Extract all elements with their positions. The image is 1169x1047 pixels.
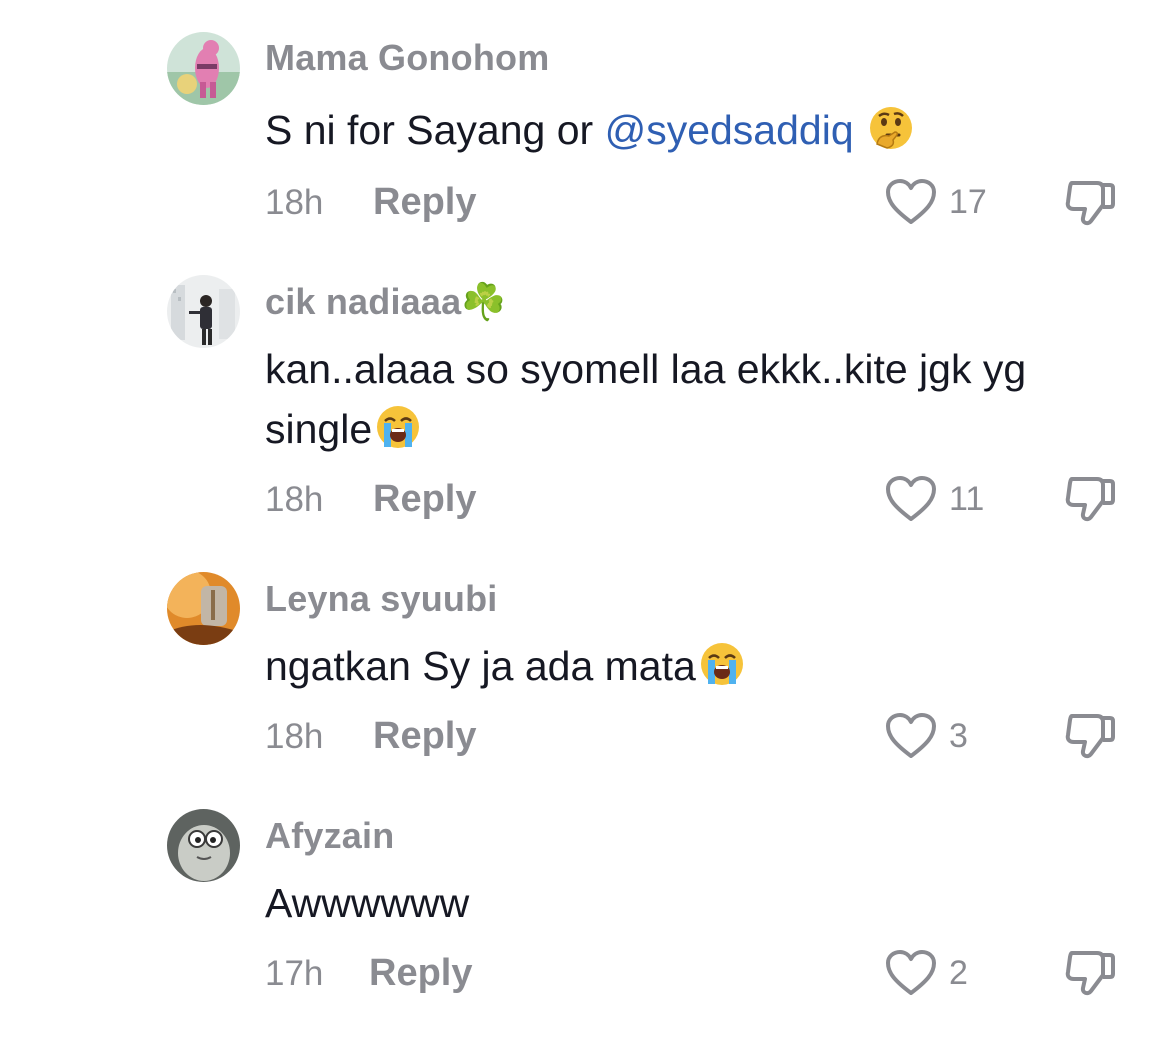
heart-icon	[886, 950, 936, 995]
dislike-button[interactable]	[1063, 947, 1119, 999]
username[interactable]: Mama Gonohom	[265, 37, 549, 79]
like-count: 17	[949, 182, 987, 221]
avatar-image	[167, 32, 240, 105]
reply-button[interactable]: Reply	[373, 181, 476, 224]
heart-icon	[886, 713, 936, 758]
thumbs-down-icon	[1065, 951, 1115, 996]
thumbs-down-icon	[1065, 714, 1115, 759]
thumbs-down-icon	[1065, 477, 1115, 522]
comment-text-main: Awwwwww	[265, 880, 470, 926]
like-count: 11	[949, 479, 985, 518]
comment-text: S ni for Sayang or @syedsaddiq	[265, 100, 1115, 160]
comment-text: kan..alaaa so syomell laa ekkk..kite jgk…	[265, 339, 1115, 459]
avatar[interactable]	[167, 572, 240, 645]
avatar-image	[167, 572, 240, 645]
comment-timestamp: 18h	[265, 480, 324, 519]
comment-text: Awwwwww	[265, 873, 1115, 933]
comment-timestamp: 17h	[265, 954, 324, 993]
comment-timestamp: 18h	[265, 717, 324, 756]
username[interactable]: Afyzain	[265, 815, 394, 857]
thumbs-down-icon	[1065, 181, 1115, 226]
comment-text-main: ngatkan Sy ja ada mata	[265, 643, 696, 689]
like-count: 2	[949, 953, 968, 992]
avatar[interactable]	[167, 809, 240, 882]
loudly-crying-face-icon	[374, 403, 422, 451]
avatar[interactable]	[167, 32, 240, 105]
dislike-button[interactable]	[1063, 177, 1119, 229]
reply-button[interactable]: Reply	[373, 715, 476, 758]
like-count: 3	[949, 716, 968, 755]
dislike-button[interactable]	[1063, 710, 1119, 762]
like-button[interactable]: 17	[885, 178, 987, 226]
avatar-image	[167, 275, 240, 348]
username[interactable]: Leyna syuubi	[265, 578, 497, 620]
like-button[interactable]: 11	[885, 475, 984, 523]
like-button[interactable]: 2	[885, 949, 968, 997]
username[interactable]: cik nadiaaa☘️	[265, 281, 506, 323]
avatar-image	[167, 809, 240, 882]
avatar[interactable]	[167, 275, 240, 348]
reply-button[interactable]: Reply	[373, 478, 476, 521]
comment-list: Mama Gonohom S ni for Sayang or @syedsad…	[0, 0, 1169, 1047]
loudly-crying-face-icon	[698, 640, 746, 688]
like-button[interactable]: 3	[885, 712, 968, 760]
mention-link[interactable]: @syedsaddiq	[605, 107, 854, 153]
reply-button[interactable]: Reply	[369, 952, 472, 995]
heart-icon	[886, 476, 936, 521]
heart-icon	[886, 179, 936, 224]
dislike-button[interactable]	[1063, 473, 1119, 525]
comment-text: ngatkan Sy ja ada mata	[265, 636, 1115, 696]
comment-text-after	[854, 107, 865, 153]
comment-text-main: S ni for Sayang or	[265, 107, 605, 153]
thinking-face-icon	[867, 104, 915, 152]
comment-timestamp: 18h	[265, 183, 324, 222]
